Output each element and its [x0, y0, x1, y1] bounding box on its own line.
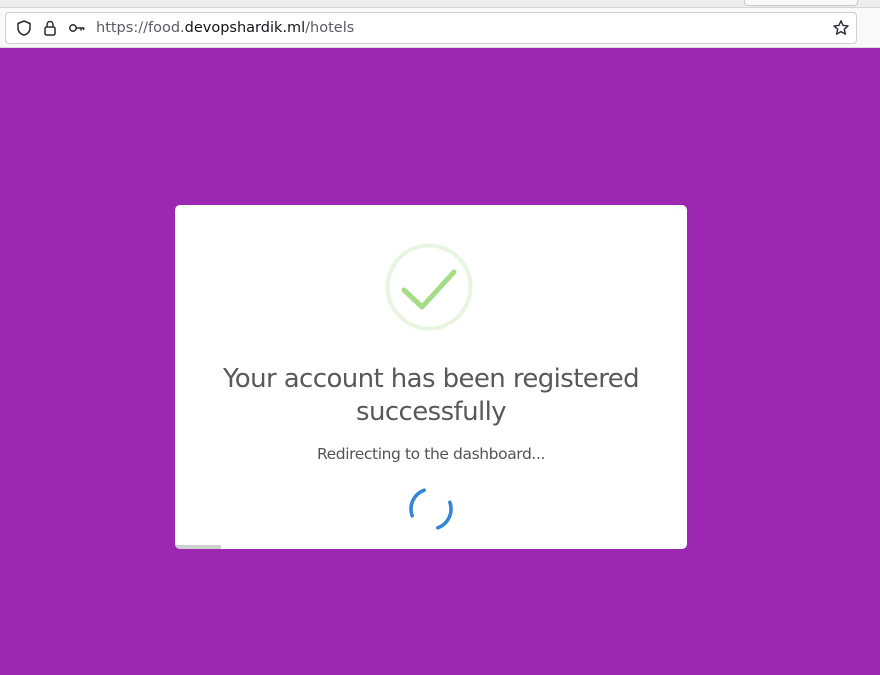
url-text[interactable]: https://food.devopshardik.ml/hotels	[96, 19, 354, 37]
address-bar[interactable]: https://food.devopshardik.ml/hotels	[5, 12, 857, 44]
success-check-icon	[385, 243, 473, 331]
star-icon[interactable]	[832, 19, 850, 37]
browser-toolbar: https://food.devopshardik.ml/hotels	[0, 0, 880, 48]
success-dialog: Your account has been registered success…	[175, 205, 687, 549]
url-prefix: https://food.	[96, 20, 185, 36]
page-background: Your account has been registered success…	[0, 48, 880, 675]
tab-strip	[0, 0, 880, 8]
spinner-icon	[406, 484, 456, 534]
dialog-subtitle: Redirecting to the dashboard...	[316, 445, 546, 463]
dialog-title: Your account has been registered success…	[222, 364, 640, 427]
url-domain: devopshardik.ml	[184, 20, 306, 36]
timer-progress-bar	[175, 545, 687, 549]
timer-progress-fill	[175, 545, 222, 549]
shield-icon[interactable]	[15, 19, 33, 37]
lock-icon[interactable]	[41, 19, 59, 37]
url-path: /hotels	[305, 20, 355, 36]
key-icon[interactable]	[68, 19, 86, 37]
browser-tab[interactable]	[744, 0, 858, 6]
